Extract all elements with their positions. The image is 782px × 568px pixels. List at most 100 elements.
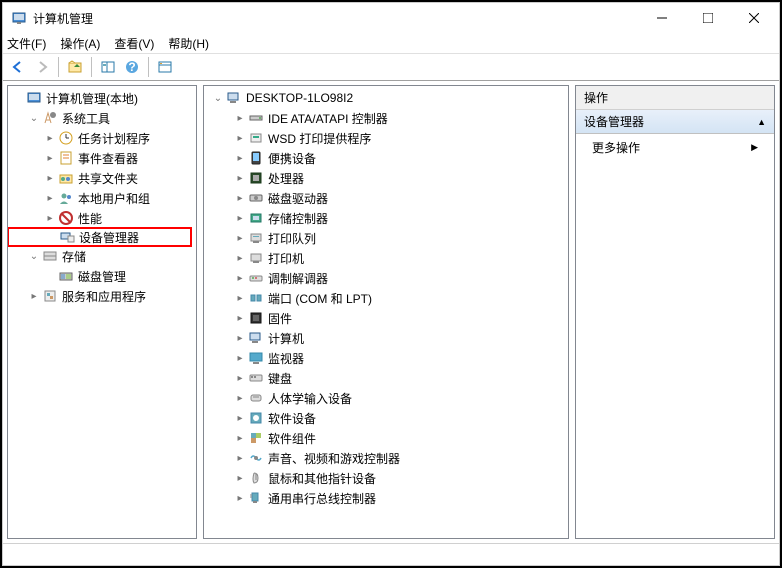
expand-icon[interactable]: ▸ — [234, 152, 246, 164]
content-area: ▸计算机管理(本地) ⌄系统工具 ▸任务计划程序 ▸事件查看器 ▸共享文件夹 ▸… — [3, 81, 779, 543]
device-category[interactable]: ▸声音、视频和游戏控制器 — [204, 448, 568, 468]
expand-icon[interactable]: ▸ — [234, 252, 246, 264]
tree-event-viewer[interactable]: ▸事件查看器 — [8, 148, 196, 168]
device-icon — [248, 270, 264, 286]
device-category[interactable]: ▸打印机 — [204, 248, 568, 268]
device-icon — [248, 290, 264, 306]
device-icon — [248, 350, 264, 366]
device-category[interactable]: ▸端口 (COM 和 LPT) — [204, 288, 568, 308]
device-category[interactable]: ▸调制解调器 — [204, 268, 568, 288]
expand-icon[interactable]: ▸ — [234, 312, 246, 324]
expand-icon[interactable]: ▸ — [234, 432, 246, 444]
expand-icon[interactable]: ▸ — [234, 392, 246, 404]
device-category[interactable]: ▸计算机 — [204, 328, 568, 348]
device-category[interactable]: ▸WSD 打印提供程序 — [204, 128, 568, 148]
menu-action[interactable]: 操作(A) — [60, 35, 100, 52]
expand-icon[interactable]: ⌄ — [212, 92, 224, 104]
menu-view[interactable]: 查看(V) — [114, 35, 154, 52]
device-category[interactable]: ▸软件组件 — [204, 428, 568, 448]
menu-file[interactable]: 文件(F) — [7, 35, 46, 52]
expand-icon[interactable]: ▸ — [234, 452, 246, 464]
device-icon — [248, 310, 264, 326]
device-category[interactable]: ▸IDE ATA/ATAPI 控制器 — [204, 108, 568, 128]
actions-section-title[interactable]: 设备管理器 ▲ — [576, 110, 774, 134]
actions-panel: 操作 设备管理器 ▲ 更多操作 ▶ — [575, 85, 775, 539]
expand-icon[interactable]: ▸ — [234, 372, 246, 384]
menubar: 文件(F) 操作(A) 查看(V) 帮助(H) — [3, 33, 779, 53]
device-category[interactable]: ▸便携设备 — [204, 148, 568, 168]
device-icon — [248, 130, 264, 146]
expand-icon[interactable]: ▸ — [234, 352, 246, 364]
minimize-button[interactable] — [639, 3, 685, 33]
expand-icon[interactable]: ▸ — [234, 172, 246, 184]
tree-task-scheduler[interactable]: ▸任务计划程序 — [8, 128, 196, 148]
device-icon — [248, 370, 264, 386]
device-icon — [248, 390, 264, 406]
expand-icon[interactable]: ▸ — [234, 332, 246, 344]
expand-icon[interactable]: ▸ — [44, 132, 56, 144]
device-category[interactable]: ▸磁盘驱动器 — [204, 188, 568, 208]
left-tree-panel: ▸计算机管理(本地) ⌄系统工具 ▸任务计划程序 ▸事件查看器 ▸共享文件夹 ▸… — [7, 85, 197, 539]
back-button[interactable] — [7, 56, 29, 78]
device-category[interactable]: ▸固件 — [204, 308, 568, 328]
expand-icon[interactable]: ▸ — [28, 290, 40, 302]
expand-icon[interactable]: ▸ — [44, 152, 56, 164]
forward-button[interactable] — [31, 56, 53, 78]
tree-root[interactable]: ▸计算机管理(本地) — [8, 88, 196, 108]
expand-icon[interactable]: ⌄ — [28, 112, 40, 124]
tree-local-users[interactable]: ▸本地用户和组 — [8, 188, 196, 208]
device-category[interactable]: ▸监视器 — [204, 348, 568, 368]
device-category[interactable]: ▸人体学输入设备 — [204, 388, 568, 408]
device-icon — [248, 230, 264, 246]
expand-icon[interactable]: ▸ — [44, 212, 56, 224]
titlebar[interactable]: 计算机管理 — [3, 3, 779, 33]
device-icon — [248, 190, 264, 206]
expand-icon[interactable]: ▸ — [234, 292, 246, 304]
console-tree[interactable]: ▸计算机管理(本地) ⌄系统工具 ▸任务计划程序 ▸事件查看器 ▸共享文件夹 ▸… — [8, 86, 196, 538]
properties-button[interactable] — [154, 56, 176, 78]
expand-icon[interactable]: ▸ — [234, 232, 246, 244]
tree-device-manager[interactable]: ▸设备管理器 — [8, 227, 192, 247]
expand-icon[interactable]: ▸ — [234, 272, 246, 284]
up-button[interactable] — [64, 56, 86, 78]
expand-icon[interactable]: ▸ — [234, 112, 246, 124]
device-category[interactable]: ▸鼠标和其他指针设备 — [204, 468, 568, 488]
device-category[interactable]: ▸键盘 — [204, 368, 568, 388]
device-icon — [248, 490, 264, 506]
device-icon — [248, 210, 264, 226]
expand-icon[interactable]: ▸ — [44, 192, 56, 204]
device-category[interactable]: ▸通用串行总线控制器 — [204, 488, 568, 508]
collapse-icon[interactable]: ▲ — [757, 117, 766, 127]
device-tree[interactable]: ⌄DESKTOP-1LO98I2 ▸IDE ATA/ATAPI 控制器▸WSD … — [204, 86, 568, 538]
expand-icon[interactable]: ▸ — [234, 472, 246, 484]
expand-icon[interactable]: ▸ — [234, 492, 246, 504]
tree-storage[interactable]: ⌄存储 — [8, 246, 196, 266]
device-icon — [248, 450, 264, 466]
device-root[interactable]: ⌄DESKTOP-1LO98I2 — [204, 88, 568, 108]
action-more[interactable]: 更多操作 ▶ — [576, 134, 774, 161]
device-category[interactable]: ▸存储控制器 — [204, 208, 568, 228]
maximize-button[interactable] — [685, 3, 731, 33]
device-tree-panel: ⌄DESKTOP-1LO98I2 ▸IDE ATA/ATAPI 控制器▸WSD … — [203, 85, 569, 539]
menu-help[interactable]: 帮助(H) — [168, 35, 209, 52]
tree-services-apps[interactable]: ▸服务和应用程序 — [8, 286, 196, 306]
device-category[interactable]: ▸处理器 — [204, 168, 568, 188]
device-category[interactable]: ▸软件设备 — [204, 408, 568, 428]
tree-shared-folders[interactable]: ▸共享文件夹 — [8, 168, 196, 188]
close-button[interactable] — [731, 3, 777, 33]
expand-icon[interactable]: ⌄ — [28, 250, 40, 262]
device-icon — [248, 250, 264, 266]
device-icon — [248, 430, 264, 446]
expand-icon[interactable]: ▸ — [234, 212, 246, 224]
tree-system-tools[interactable]: ⌄系统工具 — [8, 108, 196, 128]
tree-disk-management[interactable]: ▸磁盘管理 — [8, 266, 196, 286]
tree-performance[interactable]: ▸性能 — [8, 208, 196, 228]
help-button[interactable]: ? — [121, 56, 143, 78]
expand-icon[interactable]: ▸ — [44, 172, 56, 184]
expand-icon[interactable]: ▸ — [234, 192, 246, 204]
show-hide-tree-button[interactable] — [97, 56, 119, 78]
actions-header: 操作 — [576, 86, 774, 110]
device-category[interactable]: ▸打印队列 — [204, 228, 568, 248]
expand-icon[interactable]: ▸ — [234, 132, 246, 144]
expand-icon[interactable]: ▸ — [234, 412, 246, 424]
